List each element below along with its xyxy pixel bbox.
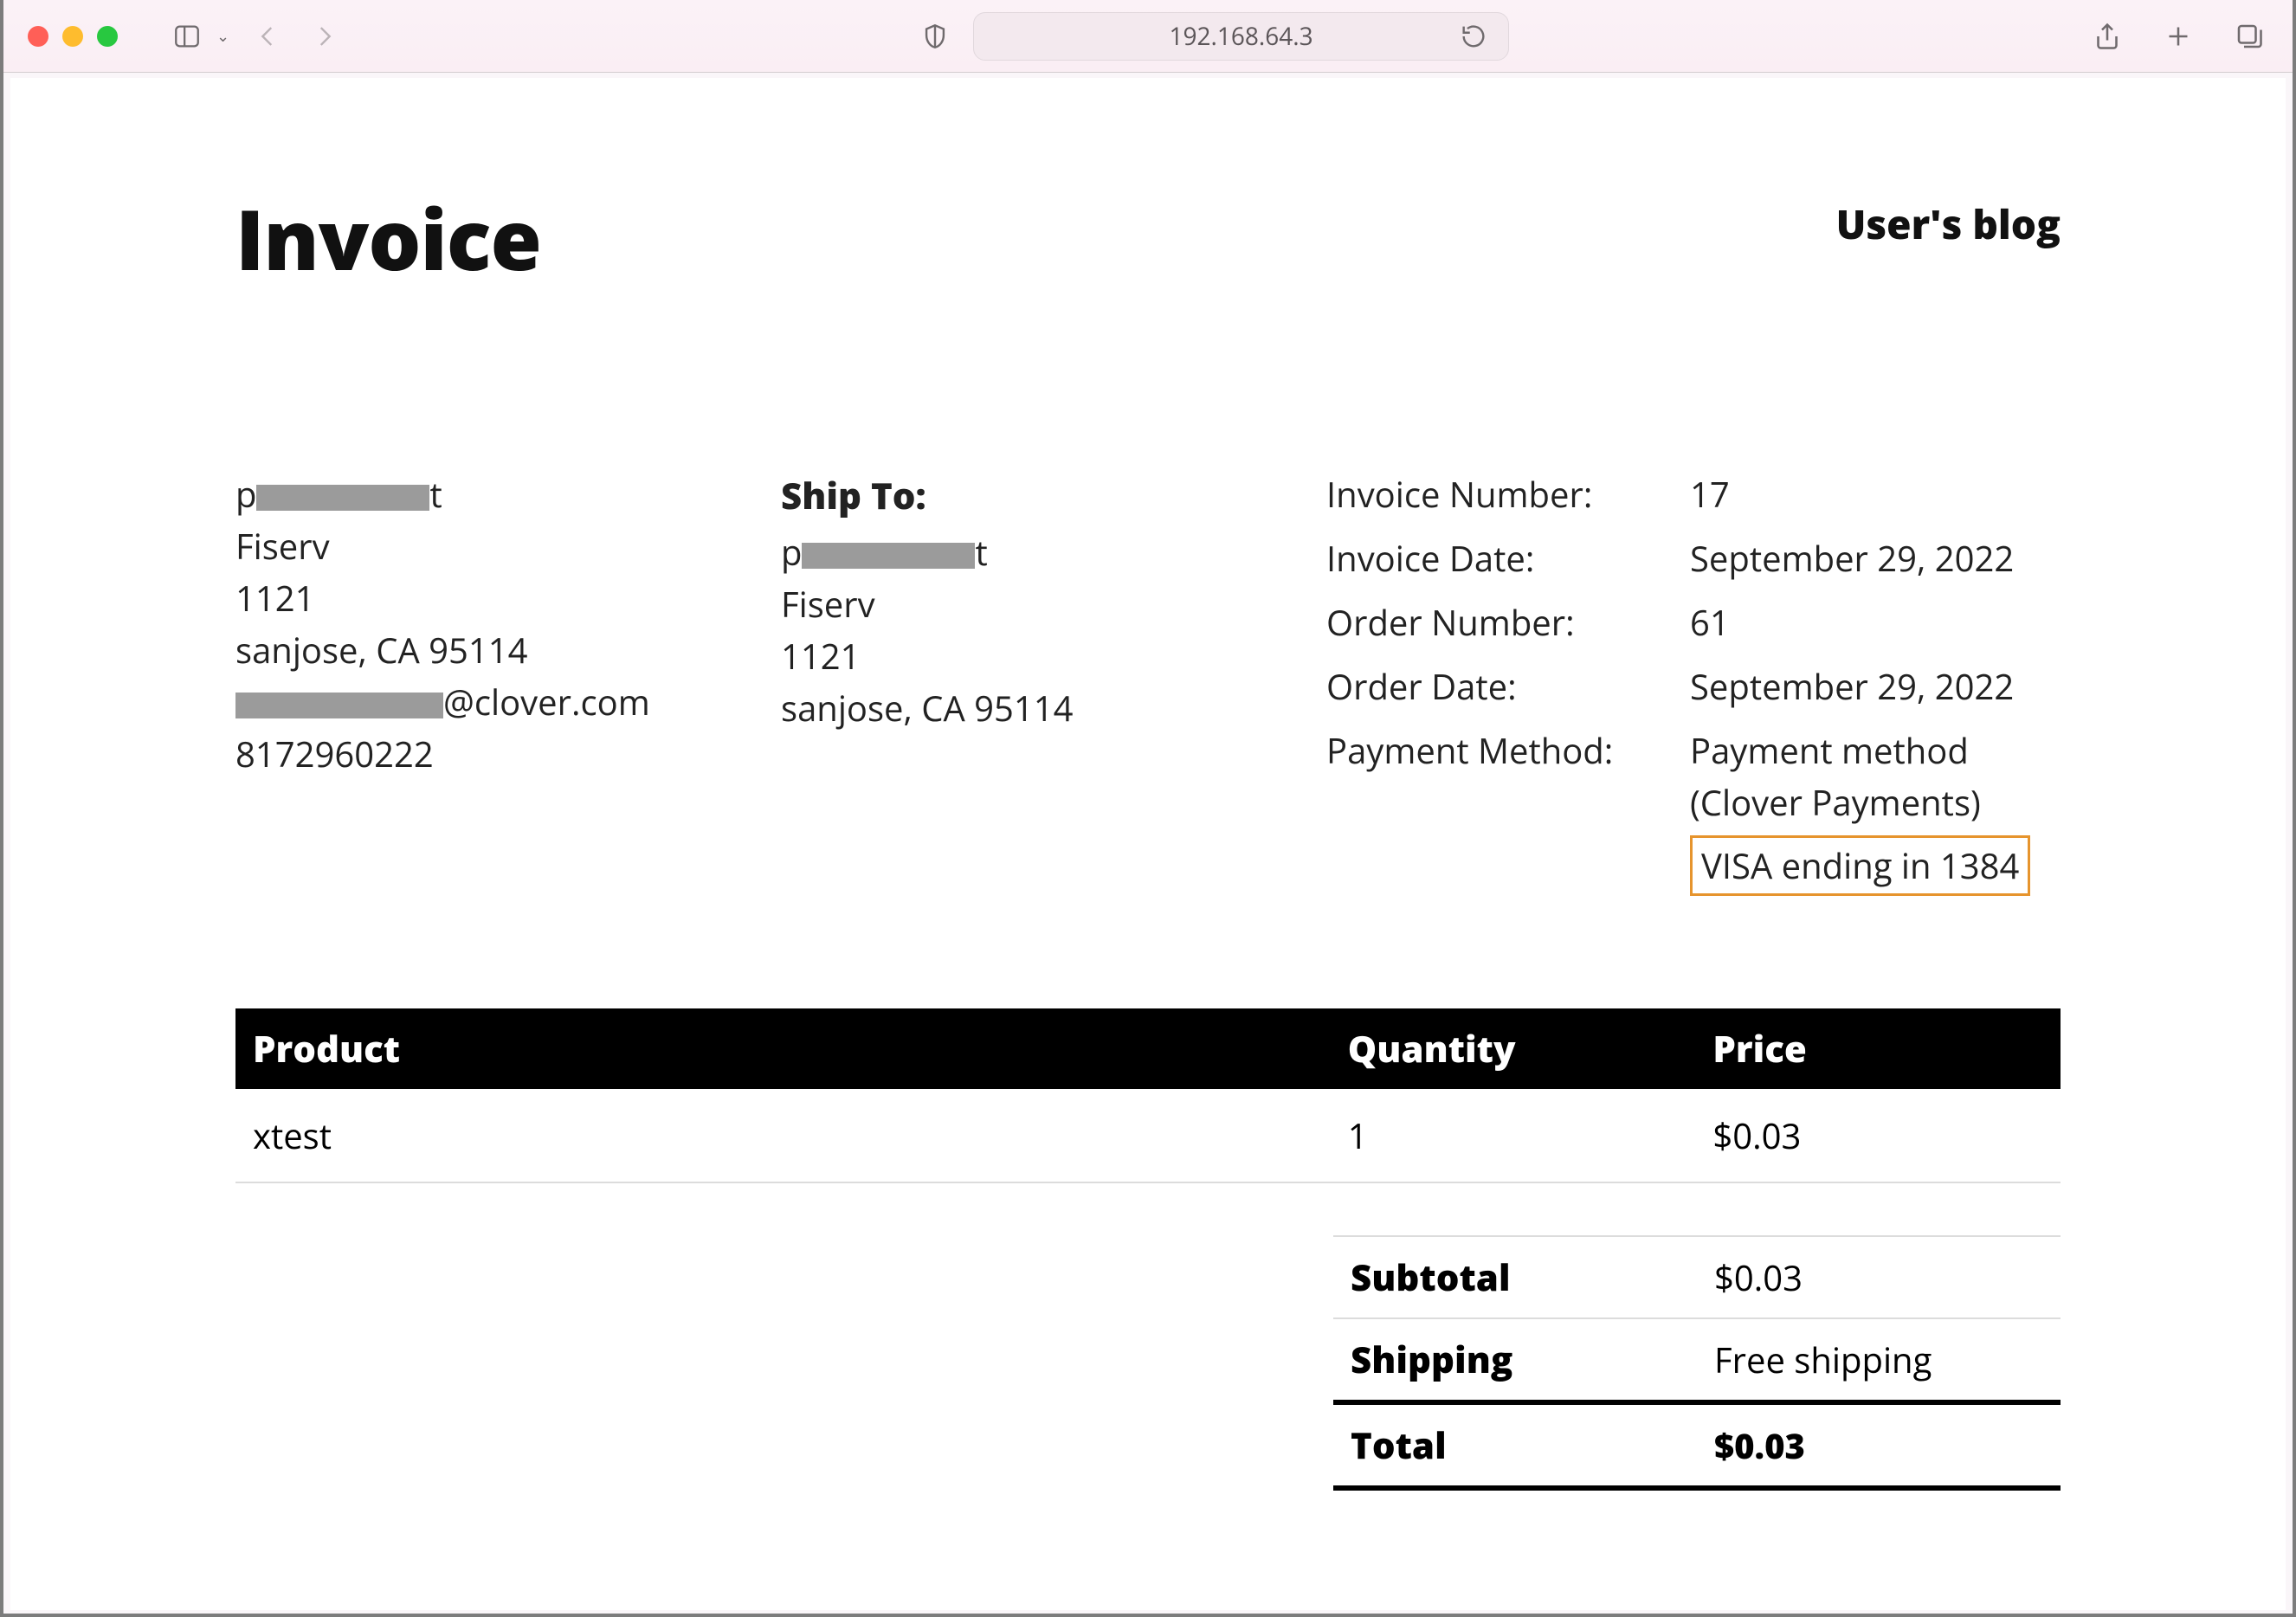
tab-overview-button[interactable] bbox=[2230, 17, 2268, 55]
new-tab-button[interactable] bbox=[2159, 17, 2197, 55]
table-row: xtest 1 $0.03 bbox=[235, 1089, 2061, 1182]
value-order-number: 61 bbox=[1690, 596, 2061, 648]
cell-price: $0.03 bbox=[1695, 1089, 2061, 1182]
card-ending-highlight: VISA ending in 1384 bbox=[1690, 835, 2030, 896]
total-label: Total bbox=[1351, 1421, 1714, 1470]
total-row: Total $0.03 bbox=[1333, 1400, 2061, 1491]
redaction-bar bbox=[802, 543, 975, 569]
cell-product: xtest bbox=[235, 1089, 1331, 1182]
info-grid: p██████████t p██████████t pt Fiserv 1121… bbox=[235, 468, 2061, 896]
reload-button[interactable] bbox=[1454, 17, 1493, 55]
sidebar-toggle-button[interactable] bbox=[168, 17, 206, 55]
ship-to-company: Fiserv bbox=[781, 578, 1326, 630]
browser-toolbar: ⌄ 192.168.64.3 bbox=[3, 0, 2293, 73]
address-bar[interactable]: 192.168.64.3 bbox=[973, 12, 1509, 61]
label-payment-method: Payment Method: bbox=[1326, 725, 1690, 896]
value-invoice-date: September 29, 2022 bbox=[1690, 532, 2061, 584]
ship-to-street: 1121 bbox=[781, 630, 1326, 682]
value-invoice-number: 17 bbox=[1690, 468, 2061, 520]
label-order-date: Order Date: bbox=[1326, 660, 1690, 712]
subtotal-value: $0.03 bbox=[1714, 1253, 2043, 1301]
fullscreen-window-icon[interactable] bbox=[97, 26, 118, 47]
redaction-bar bbox=[235, 693, 443, 718]
invoice-meta: Invoice Number: 17 Invoice Date: Septemb… bbox=[1326, 468, 2061, 896]
back-button[interactable] bbox=[248, 17, 287, 55]
subtotal-row: Subtotal $0.03 bbox=[1333, 1235, 2061, 1317]
bill-to-name-line: pt bbox=[235, 468, 781, 520]
shield-privacy-icon[interactable] bbox=[916, 17, 954, 55]
bill-to-block: p██████████t p██████████t pt Fiserv 1121… bbox=[235, 468, 781, 896]
ship-to-block: Ship To: pt Fiserv 1121 sanjose, CA 9511… bbox=[781, 468, 1326, 896]
line-items-table: Product Quantity Price xtest 1 $0.03 bbox=[235, 1008, 2061, 1183]
window-controls bbox=[28, 26, 118, 47]
browser-window: ⌄ 192.168.64.3 bbox=[0, 0, 2296, 1617]
shipping-row: Shipping Free shipping bbox=[1333, 1317, 2061, 1400]
redaction-bar bbox=[256, 485, 429, 511]
label-invoice-number: Invoice Number: bbox=[1326, 468, 1690, 520]
value-order-date: September 29, 2022 bbox=[1690, 660, 2061, 712]
col-product: Product bbox=[235, 1008, 1331, 1089]
ship-to-name-line: pt bbox=[781, 526, 1326, 578]
shipping-value: Free shipping bbox=[1714, 1336, 2043, 1383]
cell-quantity: 1 bbox=[1331, 1089, 1696, 1182]
bill-to-company: Fiserv bbox=[235, 520, 781, 572]
bill-to-email-line: @clover.com bbox=[235, 676, 781, 728]
value-payment-method: Payment method (Clover Payments) VISA en… bbox=[1690, 725, 2061, 896]
label-order-number: Order Number: bbox=[1326, 596, 1690, 648]
ship-to-label: Ship To: bbox=[781, 468, 1326, 523]
bill-to-phone: 8172960222 bbox=[235, 728, 781, 780]
minimize-window-icon[interactable] bbox=[62, 26, 83, 47]
chevron-down-icon[interactable]: ⌄ bbox=[216, 26, 229, 47]
invoice-page: Invoice User's blog p██████████t p██████… bbox=[10, 78, 2286, 1610]
ship-to-city: sanjose, CA 95114 bbox=[781, 682, 1326, 734]
label-invoice-date: Invoice Date: bbox=[1326, 532, 1690, 584]
shipping-label: Shipping bbox=[1351, 1335, 1714, 1384]
subtotal-label: Subtotal bbox=[1351, 1253, 1714, 1302]
page-title: Invoice bbox=[235, 182, 541, 295]
col-quantity: Quantity bbox=[1331, 1008, 1696, 1089]
forward-button[interactable] bbox=[306, 17, 344, 55]
total-value: $0.03 bbox=[1714, 1421, 2043, 1469]
address-text: 192.168.64.3 bbox=[1169, 20, 1312, 53]
share-button[interactable] bbox=[2088, 17, 2126, 55]
bill-to-street: 1121 bbox=[235, 572, 781, 624]
totals-block: Subtotal $0.03 Shipping Free shipping To… bbox=[1333, 1235, 2061, 1491]
payment-method-text: Payment method (Clover Payments) bbox=[1690, 725, 2061, 828]
site-title: User's blog bbox=[1836, 197, 2061, 251]
header-row: Invoice User's blog bbox=[235, 182, 2061, 295]
table-header-row: Product Quantity Price bbox=[235, 1008, 2061, 1089]
toolbar-right bbox=[2088, 17, 2268, 55]
bill-to-city: sanjose, CA 95114 bbox=[235, 624, 781, 676]
close-window-icon[interactable] bbox=[28, 26, 48, 47]
col-price: Price bbox=[1695, 1008, 2061, 1089]
